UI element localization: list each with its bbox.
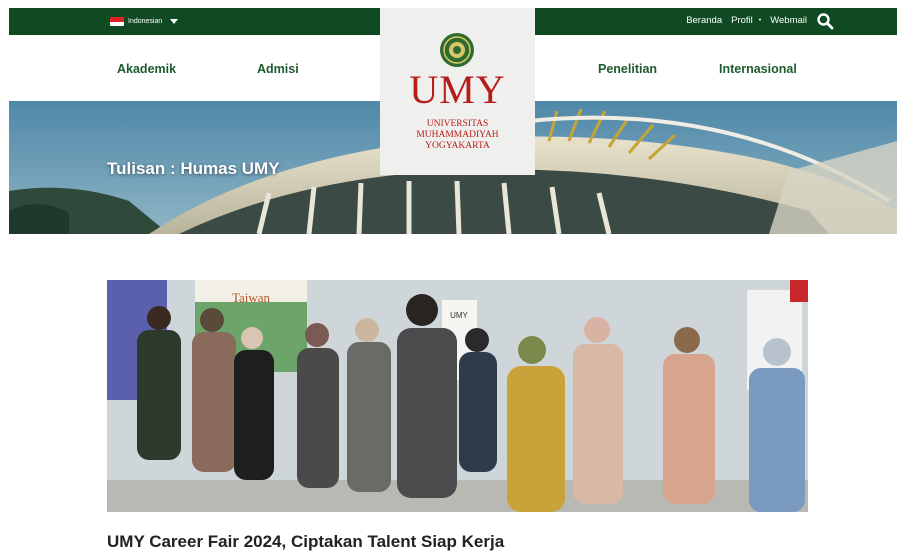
search-icon[interactable]: [816, 12, 834, 30]
window-left-margin: [0, 0, 9, 548]
career-fair-photo: Taiwan UMY: [107, 280, 808, 512]
logo-wordmark: UMY: [409, 67, 506, 112]
nav-internasional[interactable]: Internasional: [719, 62, 797, 76]
link-webmail[interactable]: Webmail: [770, 15, 807, 26]
language-label: Indonesian: [128, 18, 163, 25]
language-selector[interactable]: Indonesian: [110, 13, 179, 30]
logo-subtitle: UNIVERSITAS MUHAMMADIYAH YOGYAKARTA: [380, 119, 535, 152]
banner-sign-umy: UMY: [450, 311, 468, 320]
indonesia-flag-icon: [110, 17, 124, 26]
nav-penelitian[interactable]: Penelitian: [598, 62, 657, 76]
window-top-margin: [0, 0, 897, 8]
booth-sign-taiwan: Taiwan: [232, 290, 271, 305]
chevron-down-icon: [170, 19, 179, 24]
dropdown-dot-icon: •: [758, 17, 762, 24]
logo-line-3: YOGYAKARTA: [425, 141, 490, 151]
article-title[interactable]: UMY Career Fair 2024, Ciptakan Talent Si…: [107, 532, 504, 552]
article-featured-image[interactable]: Taiwan UMY: [107, 280, 808, 512]
university-emblem-icon: [440, 33, 474, 67]
logo-line-2: MUHAMMADIYAH: [416, 130, 499, 140]
site-logo[interactable]: UMY UNIVERSITAS MUHAMMADIYAH YOGYAKARTA: [380, 8, 535, 175]
link-beranda[interactable]: Beranda: [686, 15, 722, 26]
link-profil[interactable]: Profil: [731, 15, 753, 26]
nav-akademik[interactable]: Akademik: [117, 62, 176, 76]
page-title: Tulisan : Humas UMY: [107, 159, 280, 178]
logo-line-1: UNIVERSITAS: [426, 119, 489, 129]
nav-admisi[interactable]: Admisi: [257, 62, 299, 76]
